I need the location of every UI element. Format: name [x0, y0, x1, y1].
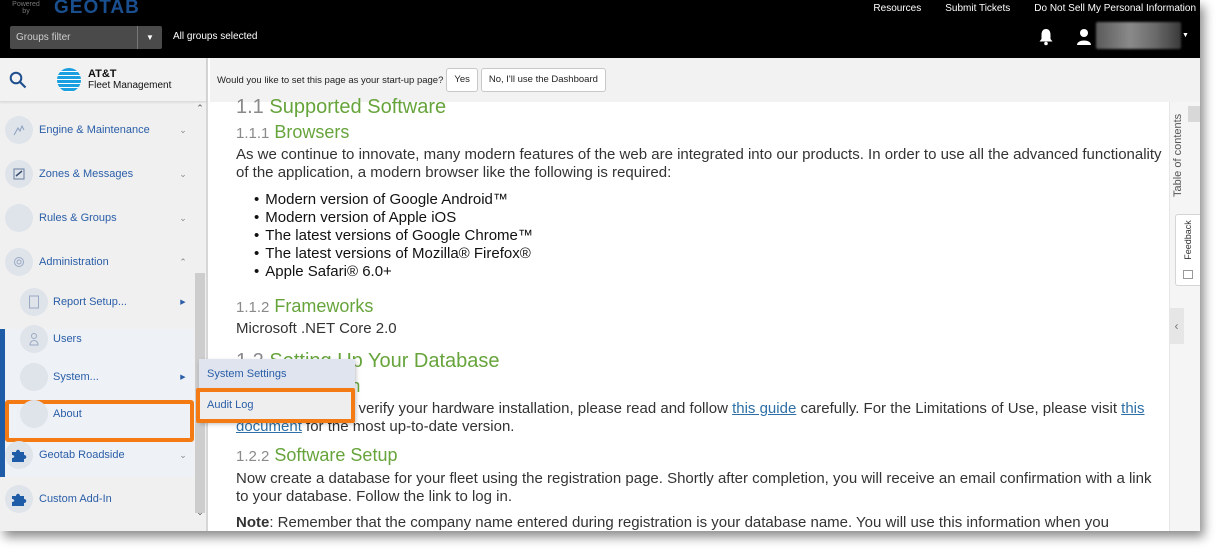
- user-icon[interactable]: [1076, 28, 1092, 46]
- system-icon: [20, 363, 48, 391]
- logo-subtitle: Fleet Management: [88, 79, 172, 91]
- sidebar-item-rules-groups[interactable]: Rules & Groups ⌄: [0, 198, 194, 238]
- user-icon: [20, 325, 48, 353]
- sidebar-item-geotab-roadside[interactable]: Geotab Roadside ⌄: [0, 435, 194, 475]
- table-of-contents-tab[interactable]: Table of contents: [1170, 102, 1186, 204]
- att-globe-icon: [57, 67, 81, 92]
- sidebar-item-administration[interactable]: Administration ⌃: [0, 242, 194, 282]
- geotab-logo: Powered by GEOTAB: [10, 0, 140, 18]
- zones-icon: [5, 160, 33, 188]
- groups-filter-dropdown[interactable]: Groups filter ▼: [10, 26, 162, 49]
- sidebar-subitem-users[interactable]: Users: [0, 321, 194, 357]
- sidebar-item-zones-messages[interactable]: Zones & Messages ⌄: [0, 154, 194, 194]
- search-button[interactable]: [0, 58, 36, 102]
- sidebar-item-label: About: [53, 408, 82, 420]
- caret-down-icon[interactable]: ▼: [1182, 32, 1189, 39]
- groups-status: All groups selected: [173, 31, 258, 42]
- scroll-up-icon[interactable]: ⌃: [195, 103, 205, 114]
- use-dashboard-button[interactable]: No, I'll use the Dashboard: [480, 68, 606, 92]
- system-settings-menu-item[interactable]: System Settings: [199, 360, 355, 388]
- do-not-sell-link[interactable]: Do Not Sell My Personal Information: [1034, 3, 1196, 14]
- user-name-redacted[interactable]: [1096, 22, 1181, 49]
- sidebar-header: AT&T Fleet Management: [0, 58, 206, 102]
- note-paragraph: Note: Remember that the company name ent…: [236, 514, 1109, 531]
- top-links: Resources Submit Tickets Do Not Sell My …: [873, 3, 1196, 14]
- envelope-icon: [1183, 270, 1193, 279]
- sidebar-item-label: Custom Add-In: [39, 493, 112, 505]
- logo-title: AT&T: [88, 67, 117, 80]
- chevron-down-icon: ⌄: [179, 168, 187, 179]
- sidebar-item-engine-maintenance[interactable]: Engine & Maintenance ⌄: [0, 110, 194, 150]
- frameworks-paragraph: Microsoft .NET Core 2.0: [236, 320, 397, 337]
- list-item: Modern version of Apple iOS: [264, 209, 533, 227]
- sidebar-item-label: Geotab Roadside: [39, 449, 125, 461]
- sidebar-item-custom-add-in[interactable]: Custom Add-In: [0, 479, 194, 519]
- sidebar-item-label: Zones & Messages: [39, 168, 134, 180]
- info-icon: [20, 400, 48, 428]
- sidebar-item-label: Administration: [39, 256, 109, 268]
- sidebar-item-label: System...: [53, 371, 99, 383]
- chevron-up-icon: ⌃: [179, 256, 187, 267]
- powered-by-text: Powered by: [12, 1, 40, 15]
- installation-paragraph: First, perform and verify your hardware …: [236, 400, 1145, 435]
- list-item: The latest versions of Google Chrome™: [264, 227, 533, 245]
- att-logo[interactable]: AT&T Fleet Management: [57, 67, 172, 92]
- chevron-left-icon[interactable]: ‹: [1169, 308, 1184, 344]
- startup-question: Would you like to set this page as your …: [217, 74, 444, 86]
- yes-button[interactable]: Yes: [446, 68, 478, 92]
- feedback-button[interactable]: Feedback: [1175, 214, 1200, 286]
- search-icon: [9, 71, 27, 88]
- sidebar-subitem-system[interactable]: System... ▶: [0, 359, 194, 395]
- sidebar-item-label: Users: [53, 333, 82, 345]
- subsection-heading: 1.1.1 Browsers: [236, 122, 350, 142]
- browsers-paragraph: As we continue to innovate, many modern …: [236, 146, 1162, 181]
- sidebar-subitem-about[interactable]: About: [0, 396, 194, 432]
- browser-list: Modern version of Google Android™ Modern…: [264, 191, 533, 281]
- top-header: Powered by GEOTAB Groups filter ▼ All gr…: [0, 0, 1200, 58]
- scroll-down-icon[interactable]: ⌄: [195, 507, 205, 518]
- caret-right-icon: ▶: [180, 374, 186, 381]
- resources-link[interactable]: Resources: [873, 3, 921, 14]
- caret-right-icon: ▶: [180, 299, 186, 306]
- content-scrollbar-thumb[interactable]: [1188, 106, 1200, 122]
- chevron-down-icon: ⌄: [179, 124, 187, 135]
- puzzle-icon: [5, 485, 33, 513]
- bell-icon[interactable]: [1038, 28, 1054, 46]
- subsection-heading: 1.1.2 Frameworks: [236, 296, 374, 316]
- chevron-down-icon: ⌄: [179, 212, 187, 223]
- sidebar-nav: Engine & Maintenance ⌄ Zones & Messages …: [0, 103, 206, 531]
- groups-filter-input[interactable]: Groups filter: [10, 26, 138, 49]
- submit-tickets-link[interactable]: Submit Tickets: [945, 3, 1010, 14]
- subsection-heading: 1.2.2 Software Setup: [236, 445, 398, 465]
- chevron-down-icon: ⌄: [179, 449, 187, 460]
- rules-icon: [5, 204, 33, 232]
- sidebar: AT&T Fleet Management Engine & Maintenan…: [0, 58, 208, 531]
- puzzle-icon: [5, 441, 33, 469]
- engine-icon: [5, 116, 33, 144]
- gear-icon: [5, 248, 33, 276]
- section-heading: 1.1 Supported Software: [236, 96, 447, 118]
- software-setup-paragraph: Now create a database for your fleet usi…: [236, 470, 1152, 505]
- audit-log-menu-item[interactable]: Audit Log: [196, 388, 355, 423]
- this-guide-link[interactable]: this guide: [732, 400, 796, 417]
- caret-down-icon[interactable]: ▼: [138, 26, 162, 49]
- sidebar-item-label: Engine & Maintenance: [39, 124, 150, 136]
- list-item: Apple Safari® 6.0+: [264, 263, 533, 281]
- list-item: The latest versions of Mozilla® Firefox®: [264, 245, 533, 263]
- list-item: Modern version of Google Android™: [264, 191, 533, 209]
- sidebar-item-label: Report Setup...: [53, 296, 127, 308]
- sidebar-item-label: Rules & Groups: [39, 212, 117, 224]
- app-window: Powered by GEOTAB Groups filter ▼ All gr…: [0, 0, 1200, 531]
- sidebar-subitem-report-setup[interactable]: Report Setup... ▶: [0, 284, 194, 320]
- geotab-wordmark: GEOTAB: [54, 0, 140, 18]
- report-icon: [20, 288, 48, 316]
